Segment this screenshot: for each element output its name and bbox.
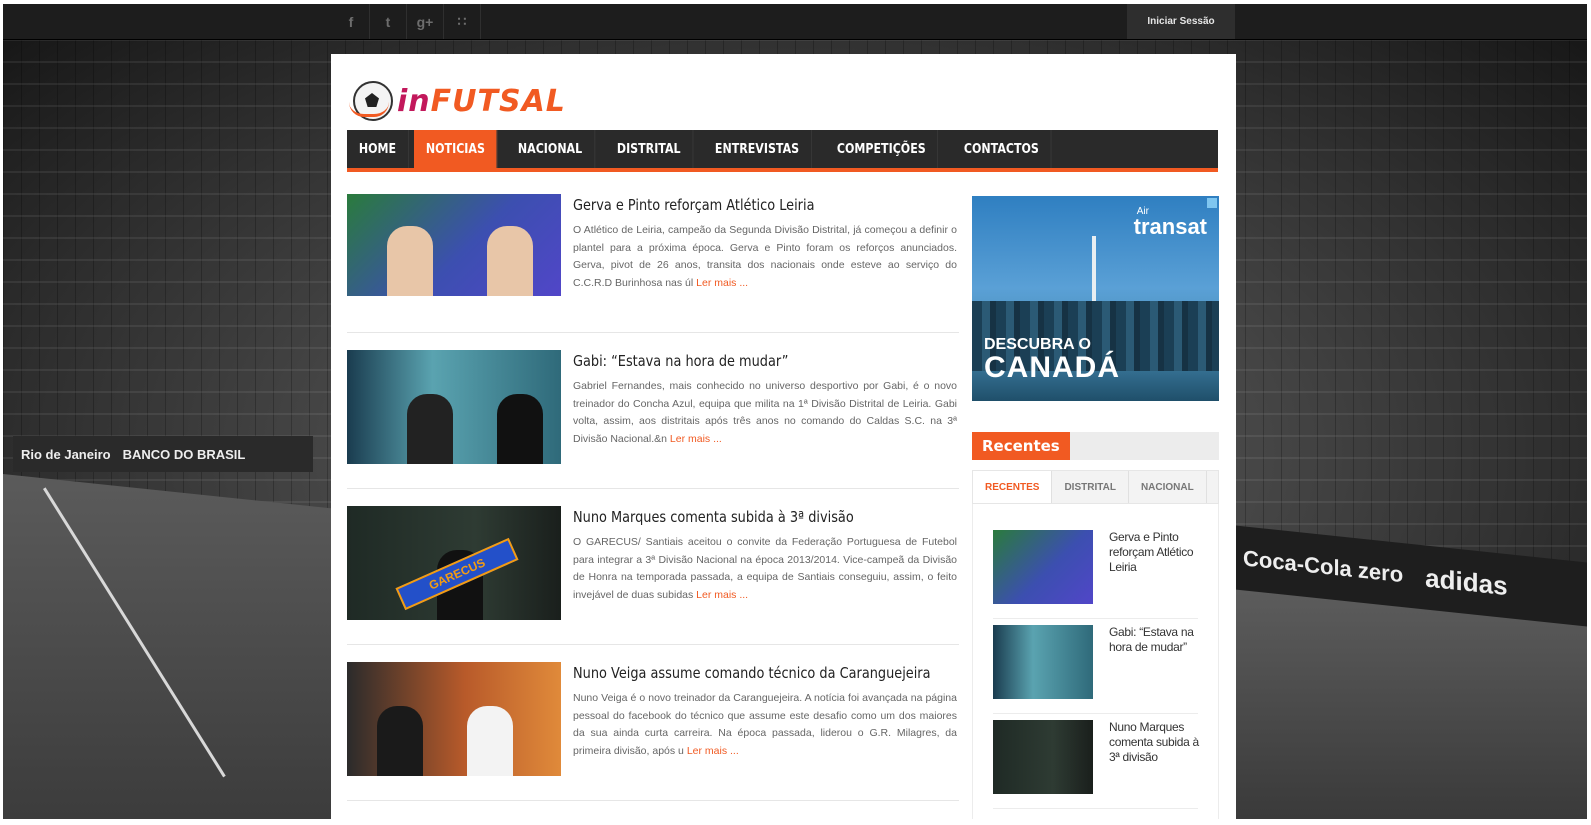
article-title[interactable]: Gabi: “Estava na hora de mudar”: [573, 352, 903, 370]
stadium-banner-left: Rio de Janeiro BANCO DO BRASIL: [13, 436, 313, 472]
read-more-link[interactable]: Ler mais ...: [696, 277, 748, 289]
article-item: Nuno Veiga assume comando técnico da Car…: [347, 662, 959, 801]
article-excerpt: O Atlético de Leiria, campeão da Segunda…: [573, 222, 957, 292]
ad-choices-icon[interactable]: [1207, 198, 1217, 208]
player-figure: [467, 706, 513, 776]
login-button[interactable]: Iniciar Sessão: [1127, 4, 1235, 39]
recent-thumbnail[interactable]: [993, 625, 1093, 699]
article-title[interactable]: Nuno Marques comenta subida à 3ª divisão: [573, 508, 903, 526]
sidebar-tabs: RECENTES DISTRITAL NACIONAL: [972, 470, 1219, 504]
main-nav: HOME NOTICIAS NACIONAL DISTRITAL ENTREVI…: [347, 130, 1218, 172]
facebook-icon[interactable]: f: [333, 4, 370, 39]
article-excerpt-text: O Atlético de Leiria, campeão da Segunda…: [573, 224, 957, 289]
banner-text: BANCO DO BRASIL: [122, 446, 246, 462]
article-list: Gerva e Pinto reforçam Atlético Leiria O…: [347, 194, 959, 818]
article-item: GARECUS Nuno Marques comenta subida à 3ª…: [347, 506, 959, 645]
nav-item-distrital[interactable]: DISTRITAL: [605, 130, 694, 168]
google-plus-icon[interactable]: g+: [407, 4, 444, 39]
nav-item-nacional[interactable]: NACIONAL: [506, 130, 596, 168]
ad-copy: DESCUBRA O CANADÁ: [984, 337, 1120, 383]
main-container: inFUTSAL HOME NOTICIAS NACIONAL DISTRITA…: [331, 54, 1236, 819]
article-thumbnail[interactable]: [347, 350, 561, 464]
article-thumbnail[interactable]: [347, 662, 561, 776]
recent-title[interactable]: Gabi: “Estava na hora de mudar”: [1109, 625, 1204, 655]
player-figure: [387, 226, 433, 296]
player-figure: [487, 226, 533, 296]
widget-title: Recentes: [972, 432, 1070, 460]
article-excerpt-text: O GARECUS/ Santiais aceitou o convite da…: [573, 536, 957, 601]
player-figure: [497, 394, 543, 464]
top-bar: f t g+ ∷ Iniciar Sessão: [3, 4, 1587, 40]
tab-recentes[interactable]: RECENTES: [973, 471, 1053, 503]
page-frame: Rio de Janeiro BANCO DO BRASIL Coca-Cola…: [3, 4, 1587, 819]
court-left: [3, 474, 333, 819]
article-thumbnail[interactable]: GARECUS: [347, 506, 561, 620]
recent-list: Gerva e Pinto reforçam Atlético Leiria G…: [972, 504, 1219, 819]
ad-line-2: CANADÁ: [984, 351, 1120, 384]
recent-title[interactable]: Nuno Marques comenta subida à 3ª divisão: [1109, 720, 1204, 765]
tab-distrital[interactable]: DISTRITAL: [1052, 471, 1129, 503]
nav-item-entrevistas[interactable]: ENTREVISTAS: [703, 130, 812, 168]
logo-text-in: in: [397, 83, 431, 119]
site-logo[interactable]: inFUTSAL: [349, 72, 566, 130]
article-item: Gabi: “Estava na hora de mudar” Gabriel …: [347, 350, 959, 489]
twitter-icon[interactable]: t: [370, 4, 407, 39]
article-title[interactable]: Gerva e Pinto reforçam Atlético Leiria: [573, 196, 903, 214]
article-excerpt: Nuno Veiga é o novo treinador da Carangu…: [573, 690, 957, 760]
read-more-link[interactable]: Ler mais ...: [687, 745, 739, 757]
recent-item[interactable]: Gerva e Pinto reforçam Atlético Leiria: [993, 524, 1198, 619]
advertisement-banner[interactable]: Air transat DESCUBRA O CANADÁ: [972, 196, 1219, 401]
nav-item-competicoes[interactable]: COMPETIÇÕES: [825, 130, 939, 168]
article-thumbnail[interactable]: [347, 194, 561, 296]
article-item: Gerva e Pinto reforçam Atlético Leiria O…: [347, 194, 959, 333]
recent-item[interactable]: Gabi: “Estava na hora de mudar”: [993, 619, 1198, 714]
nav-item-noticias[interactable]: NOTICIAS: [413, 130, 498, 168]
recent-thumbnail[interactable]: [993, 530, 1093, 604]
read-more-link[interactable]: Ler mais ...: [670, 433, 722, 445]
recent-title[interactable]: Gerva e Pinto reforçam Atlético Leiria: [1109, 530, 1204, 575]
article-title[interactable]: Nuno Veiga assume comando técnico da Car…: [573, 664, 931, 682]
article-excerpt: O GARECUS/ Santiais aceitou o convite da…: [573, 534, 957, 604]
article-excerpt-text: Gabriel Fernandes, mais conhecido no uni…: [573, 380, 957, 445]
nav-item-home[interactable]: HOME: [347, 130, 409, 168]
logo-text-main: FUTSAL: [430, 83, 566, 119]
person-figure: [377, 706, 423, 776]
banner-text: Rio de Janeiro: [21, 446, 111, 462]
rss-icon[interactable]: ∷: [444, 4, 481, 39]
nav-item-contactos[interactable]: CONTACTOS: [952, 130, 1052, 168]
article-excerpt-text: Nuno Veiga é o novo treinador da Carangu…: [573, 692, 957, 757]
tab-nacional[interactable]: NACIONAL: [1129, 471, 1207, 503]
ad-brand: transat: [1133, 214, 1207, 239]
social-links: f t g+ ∷: [333, 4, 481, 39]
banner-text: adidas: [1425, 561, 1508, 601]
logo-text: inFUTSAL: [397, 84, 566, 119]
recent-item[interactable]: Nuno Marques comenta subida à 3ª divisão: [993, 714, 1199, 809]
article-excerpt: Gabriel Fernandes, mais conhecido no uni…: [573, 378, 957, 448]
read-more-link[interactable]: Ler mais ...: [696, 589, 748, 601]
coach-figure: [407, 394, 453, 464]
banner-text: Coca-Cola zero: [1243, 545, 1404, 588]
recent-thumbnail[interactable]: [993, 720, 1093, 794]
